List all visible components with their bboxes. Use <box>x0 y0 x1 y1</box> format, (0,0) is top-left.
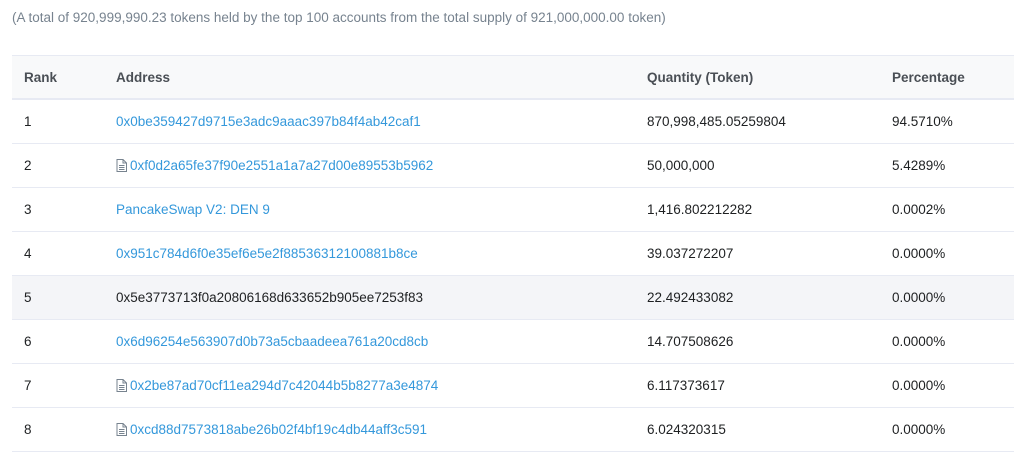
rank-cell: 2 <box>12 143 116 188</box>
address-cell: PancakeSwap V2: DEN 9 <box>116 187 647 232</box>
address-link[interactable]: 0xf0d2a65fe37f90e2551a1a7a27d00e89553b59… <box>130 158 433 173</box>
rank-cell: 8 <box>12 407 116 452</box>
address-link[interactable]: 0x6d96254e563907d0b73a5cbaadeea761a20cd8… <box>116 334 428 349</box>
header-quantity: Quantity (Token) <box>647 69 754 85</box>
percentage-cell: 5.4289% <box>892 143 1014 188</box>
percentage-cell: 0.0000% <box>892 363 1014 408</box>
rank-cell: 5 <box>12 275 116 320</box>
rank-cell: 7 <box>12 363 116 408</box>
address-cell: 0x951c784d6f0e35ef6e5e2f88536312100881b8… <box>116 231 647 276</box>
table-row: 5 0x5e3773713f0a20806168d633652b905ee7253… <box>12 275 1014 320</box>
address-link[interactable]: 0x0be359427d9715e3adc9aaac397b84f4ab42ca… <box>116 114 421 129</box>
quantity-cell: 870,998,485.05259804 <box>647 99 892 144</box>
percentage-cell: 0.0000% <box>892 275 1014 320</box>
quantity-cell: 6.117373617 <box>647 363 892 408</box>
rank-cell: 4 <box>12 231 116 276</box>
address-cell: 0x2be87ad70cf11ea294d7c42044b5b8277a3e48… <box>116 363 647 408</box>
file-text-icon <box>116 159 127 172</box>
table-header: Rank Address Quantity (Token) Percentage <box>12 55 1014 99</box>
percentage-cell: 0.0000% <box>892 231 1014 276</box>
address-cell: 0xcd88d7573818abe26b02f4bf19c4db44aff3c5… <box>116 407 647 452</box>
quantity-cell: 6.024320315 <box>647 407 892 452</box>
table-body: 1 0x0be359427d9715e3adc9aaac397b84f4ab42c… <box>12 99 1014 452</box>
table-row: 7 0x2be87ad70cf11ea294d7c42044b5b8277a3e4… <box>12 363 1014 408</box>
header-row: Rank Address Quantity (Token) Percentage <box>12 55 1014 99</box>
table-row: 3 PancakeSwap V2: DEN 9 1,416.802212282 0.0… <box>12 187 1014 232</box>
quantity-cell: 39.037272207 <box>647 231 892 276</box>
percentage-cell: 94.5710% <box>892 99 1014 144</box>
holders-table-container: Rank Address Quantity (Token) Percentage… <box>12 55 1014 452</box>
header-address: Address <box>116 69 171 85</box>
percentage-cell: 0.0000% <box>892 407 1014 452</box>
address-link[interactable]: 0x5e3773713f0a20806168d633652b905ee7253f… <box>116 290 423 305</box>
address-link[interactable]: 0xcd88d7573818abe26b02f4bf19c4db44aff3c5… <box>130 422 427 437</box>
address-link[interactable]: PancakeSwap V2: DEN 9 <box>116 202 270 217</box>
quantity-cell: 1,416.802212282 <box>647 187 892 232</box>
quantity-cell: 50,000,000 <box>647 143 892 188</box>
percentage-cell: 0.0002% <box>892 187 1014 232</box>
table-row: 6 0x6d96254e563907d0b73a5cbaadeea761a20cd… <box>12 319 1014 364</box>
address-cell: 0xf0d2a65fe37f90e2551a1a7a27d00e89553b59… <box>116 143 647 188</box>
table-row: 1 0x0be359427d9715e3adc9aaac397b84f4ab42c… <box>12 99 1014 144</box>
table-row: 8 0xcd88d7573818abe26b02f4bf19c4db44aff3c… <box>12 407 1014 452</box>
address-cell: 0x5e3773713f0a20806168d633652b905ee7253f… <box>116 275 647 320</box>
address-cell: 0x0be359427d9715e3adc9aaac397b84f4ab42ca… <box>116 99 647 144</box>
address-cell: 0x6d96254e563907d0b73a5cbaadeea761a20cd8… <box>116 319 647 364</box>
rank-cell: 1 <box>12 99 116 144</box>
holders-table: Rank Address Quantity (Token) Percentage… <box>12 55 1014 452</box>
holders-summary: (A total of 920,999,990.23 tokens held b… <box>12 10 666 25</box>
header-rank: Rank <box>24 69 58 85</box>
address-link[interactable]: 0x2be87ad70cf11ea294d7c42044b5b8277a3e48… <box>130 378 438 393</box>
percentage-cell: 0.0000% <box>892 319 1014 364</box>
quantity-cell: 22.492433082 <box>647 275 892 320</box>
rank-cell: 6 <box>12 319 116 364</box>
quantity-cell: 14.707508626 <box>647 319 892 364</box>
file-text-icon <box>116 379 127 392</box>
file-text-icon <box>116 423 127 436</box>
table-row: 2 0xf0d2a65fe37f90e2551a1a7a27d00e89553b5… <box>12 143 1014 188</box>
address-link[interactable]: 0x951c784d6f0e35ef6e5e2f88536312100881b8… <box>116 246 418 261</box>
header-percentage: Percentage <box>892 69 965 85</box>
table-row: 4 0x951c784d6f0e35ef6e5e2f88536312100881b… <box>12 231 1014 276</box>
rank-cell: 3 <box>12 187 116 232</box>
